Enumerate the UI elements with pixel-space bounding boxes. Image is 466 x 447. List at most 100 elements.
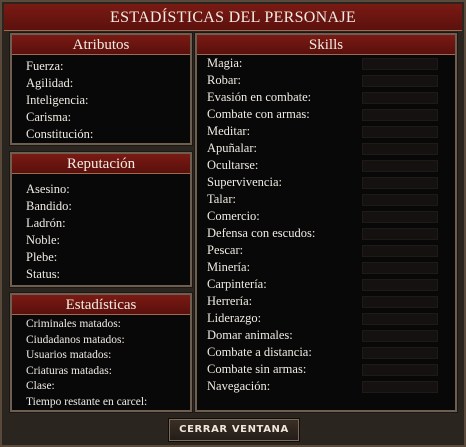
- skill-value-field: [362, 75, 438, 87]
- skill-value-field: [362, 364, 438, 376]
- stat-label: Ladrón:: [26, 216, 66, 230]
- skill-value-field: [362, 296, 438, 308]
- skill-row: Robar:: [197, 72, 455, 89]
- skill-row: Domar animales:: [197, 327, 455, 344]
- skills-panel: Skills Magia: Robar: Evasión en combate: Co…: [194, 32, 458, 413]
- stat-label: Inteligencia:: [26, 93, 89, 107]
- stat-row: Carisma:: [26, 109, 190, 126]
- skill-label: Robar:: [207, 73, 242, 87]
- skill-value-field: [362, 330, 438, 342]
- skill-label: Navegación:: [207, 379, 271, 393]
- stat-row: Asesino:: [26, 181, 190, 198]
- skill-row: Talar:: [197, 191, 455, 208]
- skill-row: Defensa con escudos:: [197, 225, 455, 242]
- stat-label: Status:: [26, 267, 61, 281]
- attributes-list: Fuerza: Agilidad: Inteligencia: Carisma: Con…: [12, 55, 190, 143]
- statistics-panel: Estadísticas Criminales matados: Ciudadan…: [9, 292, 193, 413]
- statistics-list: Criminales matados: Ciudadanos matados: Us…: [12, 315, 190, 410]
- skill-value-field: [362, 262, 438, 274]
- skill-value-field: [362, 211, 438, 223]
- skill-row: Combate a distancia:: [197, 344, 455, 361]
- skill-value-field: [362, 58, 438, 70]
- skill-label: Minería:: [207, 260, 251, 274]
- stat-row: Plebe:: [26, 249, 190, 266]
- attributes-panel-title: Atributos: [12, 35, 190, 55]
- stat-row: Ciudadanos matados:: [26, 333, 190, 349]
- skill-label: Comercio:: [207, 209, 260, 223]
- stat-label: Plebe:: [26, 250, 58, 264]
- stat-row: Criaturas matadas:: [26, 364, 190, 380]
- skill-value-field: [362, 279, 438, 291]
- stat-label: Fuerza:: [26, 59, 64, 73]
- stat-label: Clase:: [26, 380, 55, 392]
- skill-label: Pescar:: [207, 243, 244, 257]
- skill-row: Comercio:: [197, 208, 455, 225]
- stat-label: Noble:: [26, 233, 61, 247]
- skill-value-field: [362, 126, 438, 138]
- skill-row: Meditar:: [197, 123, 455, 140]
- stat-row: Tiempo restante en carcel:: [26, 395, 190, 411]
- stat-label: Criaturas matadas:: [26, 364, 112, 377]
- skill-row: Evasión en combate:: [197, 89, 455, 106]
- stat-row: Usuarios matados:: [26, 348, 190, 364]
- skill-value-field: [362, 313, 438, 325]
- stat-row: Constitución:: [26, 126, 190, 143]
- skill-value-field: [362, 160, 438, 172]
- skill-row: Combate sin armas:: [197, 361, 455, 378]
- skill-value-field: [362, 228, 438, 240]
- stat-label: Agilidad:: [26, 76, 74, 90]
- reputation-panel-title: Reputación: [12, 154, 190, 174]
- stat-row: Status:: [26, 266, 190, 283]
- skill-value-field: [362, 245, 438, 257]
- reputation-panel: Reputación Asesino: Bandido: Ladrón: Noble:…: [9, 151, 193, 288]
- stat-row: Clase:: [26, 379, 190, 395]
- skill-label: Supervivencia:: [207, 175, 282, 189]
- skill-label: Ocultarse:: [207, 158, 259, 172]
- skill-value-field: [362, 194, 438, 206]
- skill-row: Carpintería:: [197, 276, 455, 293]
- skill-label: Talar:: [207, 192, 236, 206]
- stat-label: Usuarios matados:: [26, 349, 112, 361]
- skill-label: Combate sin armas:: [207, 362, 307, 376]
- skill-label: Liderazgo:: [207, 311, 262, 325]
- skill-label: Meditar:: [207, 124, 251, 138]
- stat-row: Noble:: [26, 232, 190, 249]
- skill-value-field: [362, 381, 438, 393]
- skill-label: Evasión en combate:: [207, 90, 312, 104]
- skill-row: Minería:: [197, 259, 455, 276]
- skill-label: Domar animales:: [207, 328, 293, 342]
- stat-row: Ladrón:: [26, 215, 190, 232]
- skill-row: Liderazgo:: [197, 310, 455, 327]
- skill-row: Apuñalar:: [197, 140, 455, 157]
- skill-label: Combate con armas:: [207, 107, 310, 121]
- stat-label: Criminales matados:: [26, 318, 121, 330]
- skill-label: Defensa con escudos:: [207, 226, 316, 240]
- close-window-button[interactable]: CERRAR VENTANA: [168, 418, 300, 442]
- stat-label: Ciudadanos matados:: [26, 333, 125, 346]
- stat-row: Bandido:: [26, 198, 190, 215]
- stat-row: Criminales matados:: [26, 317, 190, 333]
- stat-label: Bandido:: [26, 199, 72, 213]
- stat-row: Agilidad:: [26, 75, 190, 92]
- statistics-panel-title: Estadísticas: [12, 295, 190, 315]
- window-title: ESTADÍSTICAS DEL PERSONAJE: [4, 4, 462, 31]
- skill-label: Apuñalar:: [207, 141, 257, 155]
- stat-label: Constitución:: [26, 127, 94, 141]
- character-stats-window: ESTADÍSTICAS DEL PERSONAJE Atributos Fue…: [0, 0, 466, 447]
- reputation-list: Asesino: Bandido: Ladrón: Noble: Plebe: Statu…: [12, 174, 190, 283]
- skill-label: Combate a distancia:: [207, 345, 312, 359]
- attributes-panel: Atributos Fuerza: Agilidad: Inteligencia: C…: [9, 32, 193, 146]
- skill-label: Magia:: [207, 56, 243, 70]
- skills-panel-title: Skills: [197, 35, 455, 55]
- skill-label: Carpintería:: [207, 277, 267, 291]
- stat-label: Asesino:: [26, 182, 70, 196]
- stat-label: Carisma:: [26, 110, 72, 124]
- skills-list: Magia: Robar: Evasión en combate: Combate c…: [197, 55, 455, 395]
- skill-value-field: [362, 177, 438, 189]
- skill-label: Herrería:: [207, 294, 253, 308]
- skill-row: Combate con armas:: [197, 106, 455, 123]
- skill-value-field: [362, 92, 438, 104]
- skill-row: Ocultarse:: [197, 157, 455, 174]
- skill-row: Herrería:: [197, 293, 455, 310]
- skill-value-field: [362, 109, 438, 121]
